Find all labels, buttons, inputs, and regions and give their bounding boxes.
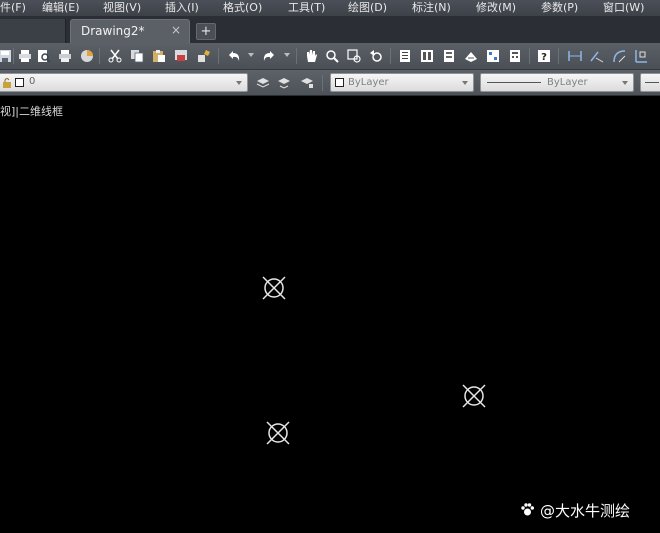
toolbar-separator (296, 48, 297, 64)
tab-title: Drawing2* (81, 24, 145, 38)
layer-states-icon[interactable] (300, 75, 314, 89)
zoom-realtime-icon[interactable] (325, 49, 339, 63)
menu-modify[interactable]: 修改(M) (476, 1, 516, 15)
watermark-text: @大水牛测绘 (540, 502, 631, 520)
paw-icon (521, 503, 534, 516)
menu-view[interactable]: 视图(V) (103, 1, 141, 15)
menu-insert[interactable]: 插入(I) (165, 1, 199, 15)
redo-dropdown-icon[interactable] (284, 53, 290, 57)
drawing-canvas[interactable]: 视]|二维线框 (0, 97, 660, 533)
file-tab-bar: Drawing2* × + (0, 16, 660, 43)
undo-dropdown-icon[interactable] (248, 53, 254, 57)
lineweight-dropdown[interactable] (640, 73, 660, 92)
quickcalc-icon[interactable] (508, 49, 522, 63)
copy-icon[interactable] (130, 49, 144, 63)
point-marker[interactable] (460, 382, 488, 410)
point-marker[interactable] (264, 419, 292, 447)
linear-dimension-icon[interactable] (568, 49, 582, 63)
layer-dropdown[interactable]: 0 (0, 73, 248, 92)
paste-icon[interactable] (152, 49, 166, 63)
aligned-dimension-icon[interactable] (590, 49, 604, 63)
standard-toolbar: ? (0, 43, 660, 70)
cut-icon[interactable] (108, 49, 122, 63)
linetype-preview (487, 82, 541, 83)
ordinate-dimension-icon[interactable] (634, 49, 648, 63)
menu-dimension[interactable]: 标注(N) (412, 1, 451, 15)
match-properties-icon[interactable] (174, 49, 188, 63)
lock-icon (3, 78, 11, 88)
plot-icon[interactable] (58, 49, 72, 63)
color-value: ByLayer (348, 77, 389, 88)
redo-icon[interactable] (262, 49, 276, 63)
arc-dimension-icon[interactable] (612, 49, 626, 63)
design-center-icon[interactable] (420, 49, 434, 63)
print-preview-icon[interactable] (37, 49, 51, 63)
pan-icon[interactable] (304, 49, 318, 63)
menu-format[interactable]: 格式(O) (223, 1, 262, 15)
menu-bar: 件(F) 编辑(E) 视图(V) 插入(I) 格式(O) 工具(T) 绘图(D)… (0, 0, 660, 16)
chevron-down-icon (622, 81, 628, 85)
help-icon[interactable]: ? (537, 49, 551, 63)
toolbar-separator (529, 48, 530, 64)
menu-file[interactable]: 件(F) (0, 1, 26, 15)
menu-edit[interactable]: 编辑(E) (42, 1, 80, 15)
layer-previous-icon[interactable] (277, 75, 291, 89)
markup-icon[interactable] (486, 49, 500, 63)
menu-parametric[interactable]: 参数(P) (541, 1, 578, 15)
make-current-layer-icon[interactable] (256, 75, 270, 89)
menu-tools[interactable]: 工具(T) (288, 1, 325, 15)
menu-draw[interactable]: 绘图(D) (348, 1, 387, 15)
close-icon[interactable]: × (171, 23, 181, 37)
chevron-down-icon (462, 81, 468, 85)
tool-palettes-icon[interactable] (442, 49, 456, 63)
toolbar-separator (13, 48, 14, 64)
new-tab-button[interactable]: + (196, 23, 216, 40)
layer-name: 0 (29, 76, 36, 87)
undo-icon[interactable] (227, 49, 241, 63)
layers-properties-bar: 0 ByLayer ByLayer (0, 70, 660, 96)
color-swatch (335, 78, 344, 87)
properties-icon[interactable] (398, 49, 412, 63)
linetype-dropdown[interactable]: ByLayer (480, 73, 634, 92)
lineweight-preview (645, 82, 659, 83)
tab-previous-drawing[interactable] (0, 19, 66, 43)
zoom-window-icon[interactable] (347, 49, 361, 63)
layer-color-swatch (15, 78, 24, 87)
toolbar-separator (322, 75, 323, 91)
sheet-set-icon[interactable] (464, 49, 478, 63)
save-icon[interactable] (0, 49, 12, 63)
publish-icon[interactable] (80, 49, 94, 63)
toolbar-separator (390, 48, 391, 64)
svg-text:?: ? (541, 52, 547, 63)
point-marker[interactable] (260, 274, 288, 302)
block-editor-icon[interactable] (197, 49, 211, 63)
toolbar-separator (558, 48, 559, 64)
tab-drawing2[interactable]: Drawing2* × (70, 19, 190, 43)
toolbar-separator (218, 48, 219, 64)
chevron-down-icon (236, 81, 242, 85)
color-dropdown[interactable]: ByLayer (330, 73, 474, 92)
print-icon[interactable] (18, 49, 32, 63)
zoom-previous-icon[interactable] (369, 49, 383, 63)
toolbar-separator (99, 48, 100, 64)
linetype-value: ByLayer (547, 77, 588, 88)
menu-window[interactable]: 窗口(W) (603, 1, 644, 15)
viewport-controls-label[interactable]: 视]|二维线框 (0, 103, 63, 119)
